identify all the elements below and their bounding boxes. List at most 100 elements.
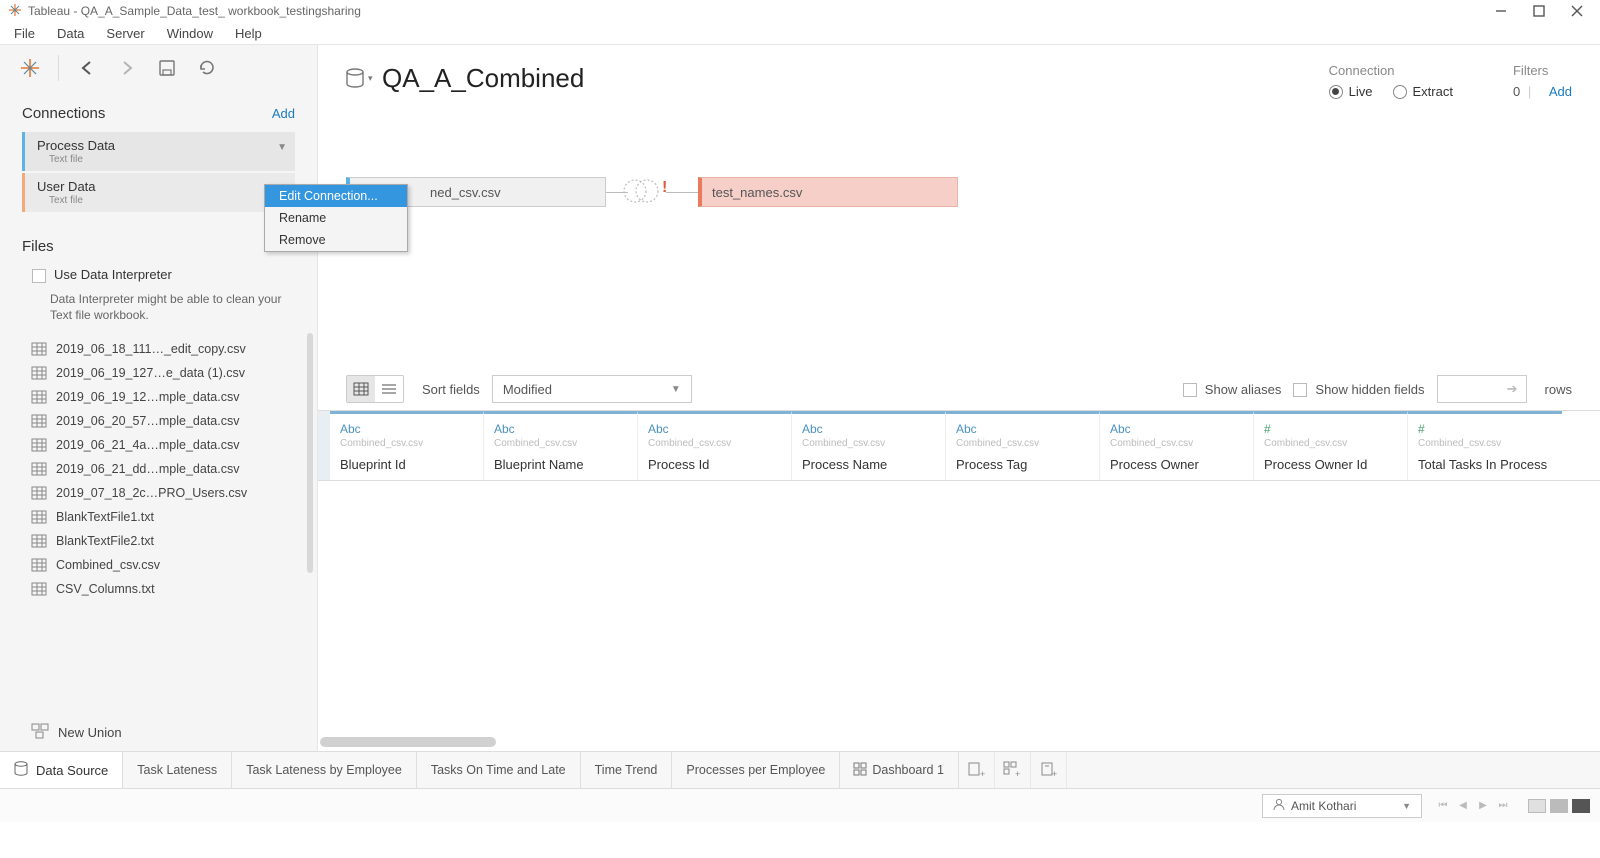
file-name: CSV_Columns.txt xyxy=(56,582,155,596)
view-mode-grid-icon[interactable] xyxy=(1528,799,1546,813)
column-header[interactable]: AbcCombined_csv.csvProcess Tag xyxy=(946,411,1100,480)
show-aliases-checkbox[interactable]: Show aliases xyxy=(1183,381,1282,397)
sheet-tab[interactable]: Task Lateness xyxy=(123,752,232,788)
menu-server[interactable]: Server xyxy=(106,26,144,41)
column-name: Process Owner Id xyxy=(1264,457,1397,472)
join-error-icon[interactable]: ! xyxy=(662,179,667,197)
new-worksheet-button[interactable]: + xyxy=(959,752,995,788)
column-header[interactable]: #Combined_csv.csvProcess Owner Id xyxy=(1254,411,1408,480)
file-item[interactable]: 2019_06_20_57…mple_data.csv xyxy=(0,409,317,433)
data-source-tab[interactable]: Data Source xyxy=(0,752,123,788)
menu-window[interactable]: Window xyxy=(167,26,213,41)
connection-label: Connection xyxy=(1329,63,1453,78)
new-story-button[interactable]: + xyxy=(1031,752,1067,788)
horizontal-scrollbar[interactable] xyxy=(320,737,496,747)
menu-help[interactable]: Help xyxy=(235,26,262,41)
menu-data[interactable]: Data xyxy=(57,26,84,41)
connection-item-process-data[interactable]: Process Data Text file ▼ xyxy=(22,132,295,171)
connection-extract-radio[interactable]: Extract xyxy=(1393,84,1453,99)
table-icon xyxy=(32,367,46,379)
connection-item-user-data[interactable]: User Data Text file xyxy=(22,173,295,212)
connection-live-radio[interactable]: Live xyxy=(1329,84,1373,99)
grid-view-button[interactable] xyxy=(347,376,375,402)
add-filter-link[interactable]: Add xyxy=(1549,84,1572,99)
column-header[interactable]: AbcCombined_csv.csvBlueprint Name xyxy=(484,411,638,480)
new-union-button[interactable]: New Union xyxy=(0,713,317,751)
sheet-tab[interactable]: Processes per Employee xyxy=(672,752,840,788)
database-icon[interactable]: ▾ xyxy=(346,67,368,91)
dashboard-tab[interactable]: Dashboard 1 xyxy=(840,752,959,788)
datasource-title[interactable]: QA_A_Combined xyxy=(382,63,584,94)
nav-prev-button[interactable]: ◀ xyxy=(1454,797,1472,815)
files-scrollbar[interactable] xyxy=(307,333,313,573)
maximize-button[interactable] xyxy=(1532,4,1546,18)
context-menu-rename[interactable]: Rename xyxy=(265,207,407,229)
sheet-tab-label: Time Trend xyxy=(595,763,658,777)
context-menu-edit-connection[interactable]: Edit Connection... xyxy=(265,185,407,207)
column-header[interactable]: AbcCombined_csv.csvProcess Id xyxy=(638,411,792,480)
view-mode-full-icon[interactable] xyxy=(1572,799,1590,813)
show-hidden-label: Show hidden fields xyxy=(1315,382,1424,397)
nav-first-button[interactable]: ⏮ xyxy=(1434,797,1452,815)
file-item[interactable]: 2019_06_21_4a…mple_data.csv xyxy=(0,433,317,457)
save-button[interactable] xyxy=(153,54,181,82)
show-hidden-fields-checkbox[interactable]: Show hidden fields xyxy=(1293,381,1424,397)
menu-file[interactable]: File xyxy=(14,26,35,41)
column-header[interactable]: #Combined_csv.csvTotal Tasks In Process xyxy=(1408,411,1562,480)
source-label: Combined_csv.csv xyxy=(494,438,627,449)
sheet-tab[interactable]: Tasks On Time and Late xyxy=(417,752,581,788)
use-data-interpreter-checkbox[interactable] xyxy=(32,269,46,283)
sort-fields-dropdown[interactable]: Modified ▼ xyxy=(492,375,692,403)
context-menu-remove[interactable]: Remove xyxy=(265,229,407,251)
nav-next-button[interactable]: ▶ xyxy=(1474,797,1492,815)
type-indicator: Abc xyxy=(802,422,935,436)
sidebar: Connections Add Process Data Text file ▼… xyxy=(0,45,318,751)
column-name: Total Tasks In Process xyxy=(1418,457,1552,472)
file-item[interactable]: CSV_Columns.txt xyxy=(0,577,317,601)
close-button[interactable] xyxy=(1570,4,1584,18)
file-item[interactable]: BlankTextFile2.txt xyxy=(0,529,317,553)
tableau-logo-icon[interactable] xyxy=(16,54,44,82)
svg-text:+: + xyxy=(980,769,985,779)
join-icon[interactable] xyxy=(616,173,666,209)
table-icon xyxy=(32,583,46,595)
file-name: 2019_07_18_2c…PRO_Users.csv xyxy=(56,486,247,500)
table-icon xyxy=(32,343,46,355)
file-item[interactable]: 2019_06_19_12…mple_data.csv xyxy=(0,385,317,409)
union-icon xyxy=(32,724,48,741)
connection-name: Process Data xyxy=(37,138,285,153)
forward-button[interactable] xyxy=(113,54,141,82)
file-item[interactable]: Combined_csv.csv xyxy=(0,553,317,577)
canvas-table-right-label: test_names.csv xyxy=(712,185,802,200)
refresh-button[interactable] xyxy=(193,54,221,82)
caret-down-icon[interactable]: ▼ xyxy=(277,142,287,153)
sheet-tab[interactable]: Task Lateness by Employee xyxy=(232,752,417,788)
file-name: Combined_csv.csv xyxy=(56,558,160,572)
type-indicator: Abc xyxy=(648,422,781,436)
column-header[interactable]: AbcCombined_csv.csvBlueprint Id xyxy=(330,411,484,480)
new-dashboard-button[interactable]: + xyxy=(995,752,1031,788)
user-dropdown[interactable]: Amit Kothari ▼ xyxy=(1262,794,1422,818)
nav-last-button[interactable]: ⏭ xyxy=(1494,797,1512,815)
file-item[interactable]: 2019_06_19_127…e_data (1).csv xyxy=(0,361,317,385)
join-canvas[interactable]: ned_csv.csv ! test_names.csv xyxy=(318,99,1600,299)
view-toggle xyxy=(346,375,404,403)
canvas-table-right[interactable]: test_names.csv xyxy=(698,177,958,207)
file-item[interactable]: 2019_06_21_dd…mple_data.csv xyxy=(0,457,317,481)
column-header[interactable]: AbcCombined_csv.csvProcess Owner xyxy=(1100,411,1254,480)
back-button[interactable] xyxy=(73,54,101,82)
column-header[interactable]: AbcCombined_csv.csvProcess Name xyxy=(792,411,946,480)
file-item[interactable]: BlankTextFile1.txt xyxy=(0,505,317,529)
caret-down-icon: ▼ xyxy=(1402,801,1411,811)
file-item[interactable]: 2019_07_18_2c…PRO_Users.csv xyxy=(0,481,317,505)
minimize-button[interactable] xyxy=(1494,4,1508,18)
file-item[interactable]: 2019_06_18_111…_edit_copy.csv xyxy=(0,337,317,361)
sheet-tab-label: Processes per Employee xyxy=(686,763,825,777)
list-view-button[interactable] xyxy=(375,376,403,402)
add-connection-link[interactable]: Add xyxy=(272,106,295,121)
view-mode-filmstrip-icon[interactable] xyxy=(1550,799,1568,813)
source-label: Combined_csv.csv xyxy=(1110,438,1243,449)
sheet-tab[interactable]: Time Trend xyxy=(581,752,673,788)
source-label: Combined_csv.csv xyxy=(1418,438,1552,449)
rows-input[interactable]: ➔ xyxy=(1437,375,1527,403)
